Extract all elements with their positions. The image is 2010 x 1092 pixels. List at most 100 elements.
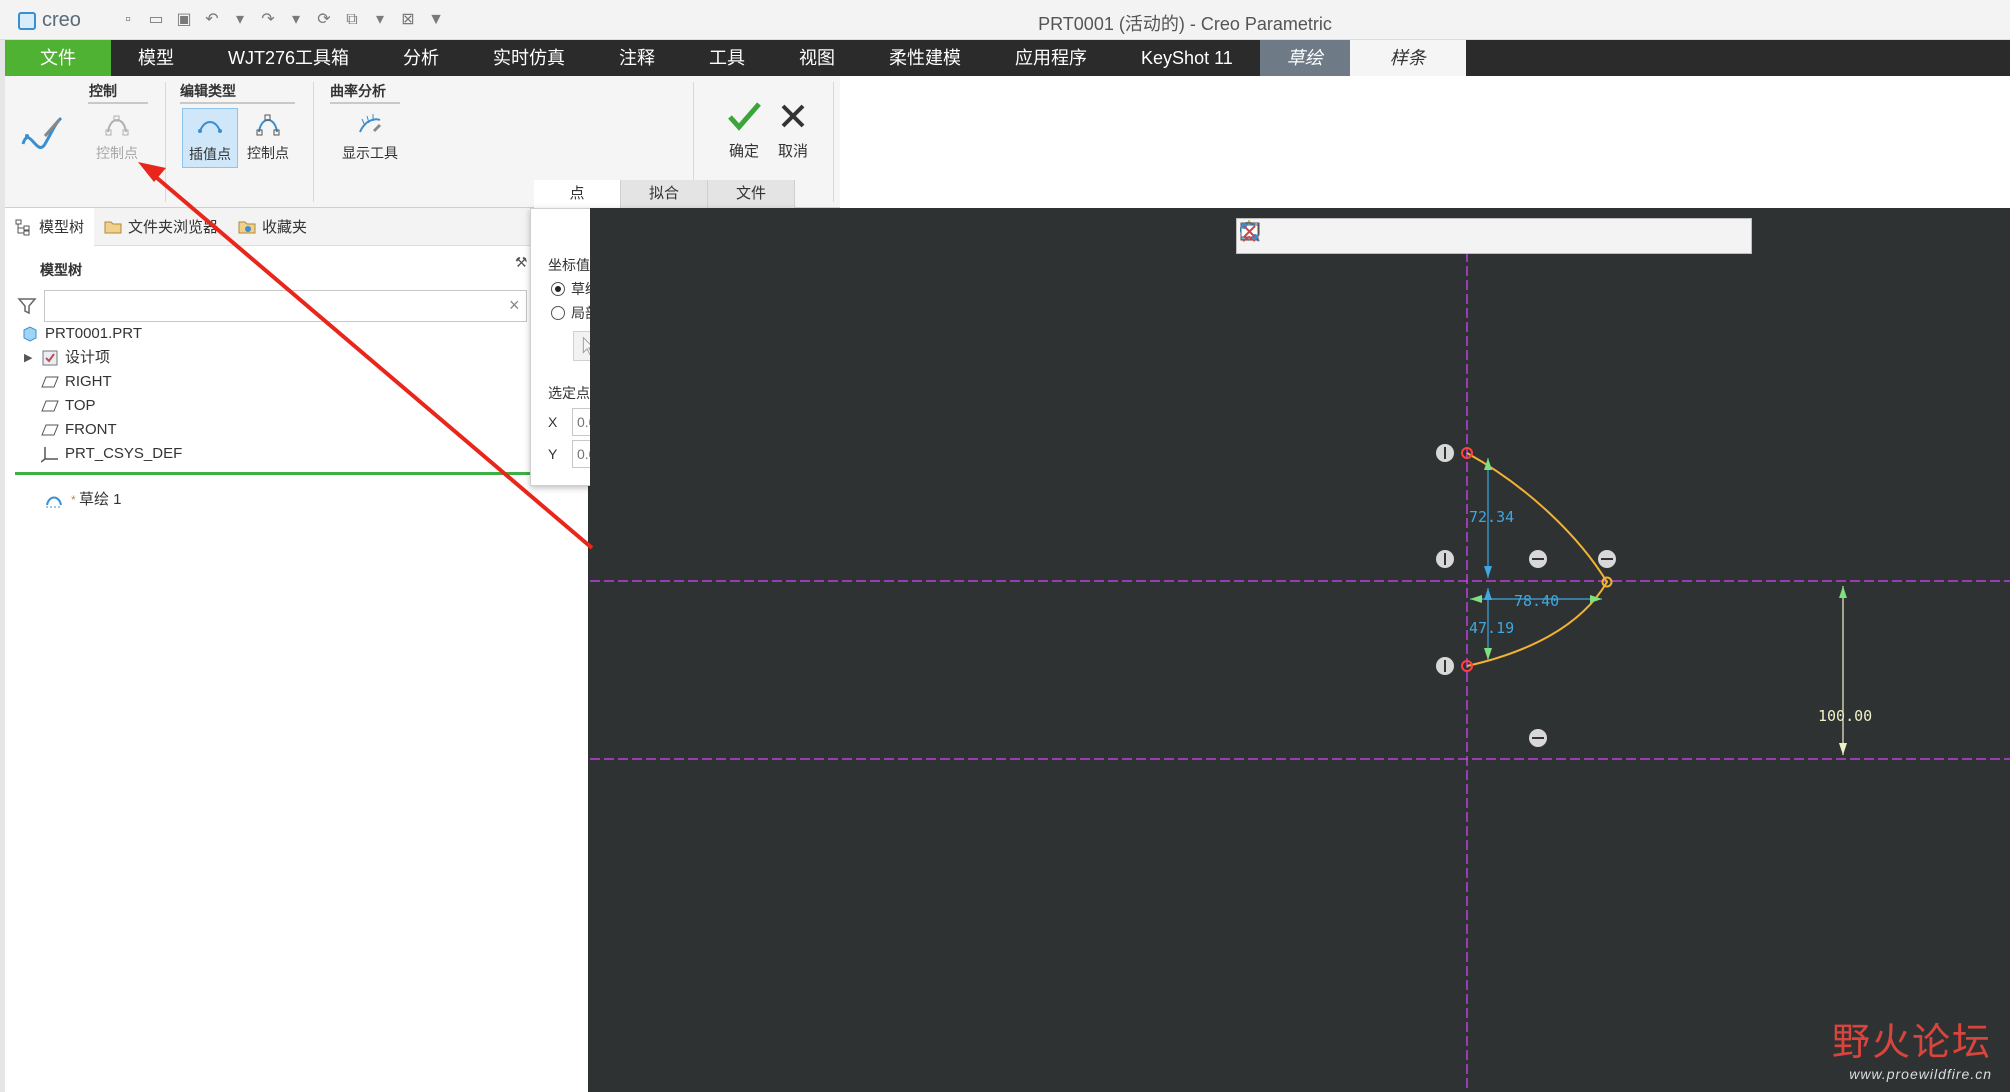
tab-view[interactable]: 视图 [772,40,862,76]
tab-wjt276-toolbox[interactable]: WJT276工具箱 [201,40,376,76]
radio-sketch-origin-dot[interactable] [551,282,565,296]
dim-arrow-down-2 [1484,648,1492,660]
menu-tab-bar: 文件 模型 WJT276工具箱 分析 实时仿真 注释 工具 视图 柔性建模 应用… [5,40,2010,76]
forum-watermark: 野火论坛 www.proewildfire.cn [1832,1011,1992,1082]
dimension-72-34[interactable]: 72.34 [1469,508,1514,526]
tab-analysis[interactable]: 分析 [376,40,466,76]
group-edit-type-title: 编辑类型 [180,83,236,99]
design-items-icon [42,350,58,366]
new-feature-marker: * [71,493,76,507]
graphics-toolbar [1236,218,1752,254]
tab-annotate[interactable]: 注释 [592,40,682,76]
x-label: X [548,414,558,430]
tab-keyshot[interactable]: KeyShot 11 [1114,40,1260,76]
display-tools-label: 显示工具 [342,145,398,161]
constraint-display-icon[interactable] [1237,219,1262,244]
tab-tools[interactable]: 工具 [682,40,772,76]
datum-plane-icon [41,376,59,388]
tree-settings-icon[interactable]: ⚒ [515,254,528,271]
dimension-47-19[interactable]: 47.19 [1469,619,1514,637]
watermark-url: www.proewildfire.cn [1849,1066,1992,1082]
constraint-horizontal-icon-1[interactable] [1529,550,1547,568]
tab-spline[interactable]: 样条 [1349,40,1466,76]
tree-item-datum-right[interactable]: RIGHT [17,370,537,394]
subtab-fit[interactable]: 拟合 [621,180,708,208]
tab-favorites[interactable]: 收藏夹 [228,208,317,246]
spline-tool-icon [21,116,63,149]
tree-item-part[interactable]: PRT0001.PRT [17,322,537,346]
filter-icon[interactable] [17,296,37,316]
dim-arrow-down-3 [1839,743,1847,755]
ribbon-separator-4 [833,82,834,202]
tree-item-sketch[interactable]: * 草绘 1 [17,488,537,512]
subtab-file[interactable]: 文件 [708,180,795,208]
group-edit-type-divider [180,102,295,104]
constraint-vertical-top-icon[interactable] [1436,444,1454,462]
cancel-button[interactable]: 取消 [768,98,818,161]
control-point-button[interactable]: 控制点 [240,108,296,168]
control-point-type-label: 控制点 [247,145,289,161]
display-tools-button[interactable]: 显示工具 [330,108,410,168]
tab-model[interactable]: 模型 [111,40,201,76]
expand-arrow-icon[interactable]: ▶ [24,346,32,370]
tree-item-datum-front[interactable]: FRONT [17,418,537,442]
tree-filter-row: × [17,290,537,322]
folder-icon [104,221,122,233]
interpolation-point-icon [198,121,222,133]
datum-plane-icon [41,400,59,412]
tree-item-front-label: FRONT [65,421,117,438]
y-label: Y [548,446,558,462]
window-title: PRT0001 (活动的) - Creo Parametric [1038,14,1332,34]
insert-here-line[interactable] [15,472,535,475]
interpolation-point-label: 插值点 [189,146,231,162]
control-point-button-disabled[interactable]: 控制点 [89,108,145,168]
sketch-icon [46,496,62,508]
tree-item-top-label: TOP [65,397,96,414]
tree-item-part-label: PRT0001.PRT [45,325,142,342]
radio-local-csys-dot[interactable] [551,306,565,320]
constraint-horizontal-icon-2[interactable] [1598,550,1616,568]
tab-favorites-label: 收藏夹 [262,219,308,236]
model-tree-header: 模型树 ⚒ ▾ ☰ ▾ [5,246,588,288]
dim-arrow-up-2 [1484,588,1492,600]
graphics-window[interactable]: 72.34 78.40 47.19 100.00 野火论坛 www.proewi… [590,208,2010,1092]
dimension-78-40[interactable]: 78.40 [1514,592,1559,610]
tab-model-tree[interactable]: 模型树 [5,207,95,246]
constraint-vertical-bottom-icon[interactable] [1436,657,1454,675]
tab-flexible-modeling[interactable]: 柔性建模 [862,40,988,76]
constraint-horizontal-icon-3[interactable] [1529,729,1547,747]
tab-model-tree-label: 模型树 [39,219,85,236]
group-control-divider [88,102,148,104]
dim-arrow-left [1470,595,1482,603]
tab-applications[interactable]: 应用程序 [988,40,1114,76]
tree-item-design-items[interactable]: ▶ 设计项 [17,346,537,370]
sketch-canvas[interactable]: 72.34 78.40 47.19 100.00 [590,208,2010,1092]
group-edit-type: 编辑类型 [170,80,236,102]
tree-item-datum-top[interactable]: TOP [17,394,537,418]
tab-file[interactable]: 文件 [5,40,111,76]
clear-search-icon[interactable]: × [509,295,520,316]
ribbon-subtabs: 点 拟合 文件 [534,180,795,208]
tree-item-csys[interactable]: PRT_CSYS_DEF [17,442,537,466]
cancel-label: 取消 [777,143,808,160]
dim-arrow-up-3 [1839,586,1847,598]
confirm-button[interactable]: 确定 [719,98,769,161]
tab-live-simulation[interactable]: 实时仿真 [466,40,592,76]
tab-sketch[interactable]: 草绘 [1259,40,1350,76]
interpolation-point-button[interactable]: 插值点 [182,108,238,168]
tab-folder-browser-label: 文件夹浏览器 [128,219,219,236]
watermark-logo-text: 野火论坛 [1831,1020,1992,1064]
group-control-title: 控制 [89,83,117,99]
tree-search-input[interactable] [44,290,527,322]
dimension-100-00[interactable]: 100.00 [1818,707,1872,725]
group-curvature-title: 曲率分析 [330,83,386,99]
constraint-vertical-mid-icon[interactable] [1436,550,1454,568]
subtab-points[interactable]: 点 [534,180,621,208]
ribbon-separator-2 [313,82,314,202]
tab-folder-browser[interactable]: 文件夹浏览器 [94,208,228,246]
ribbon-empty-area [840,76,2010,208]
ribbon-separator-1 [165,82,166,202]
window-title-container: PRT0001 (活动的) - Creo Parametric [0,10,2010,36]
model-tree-icon [15,219,30,235]
group-curvature-analysis: 曲率分析 [320,80,386,102]
